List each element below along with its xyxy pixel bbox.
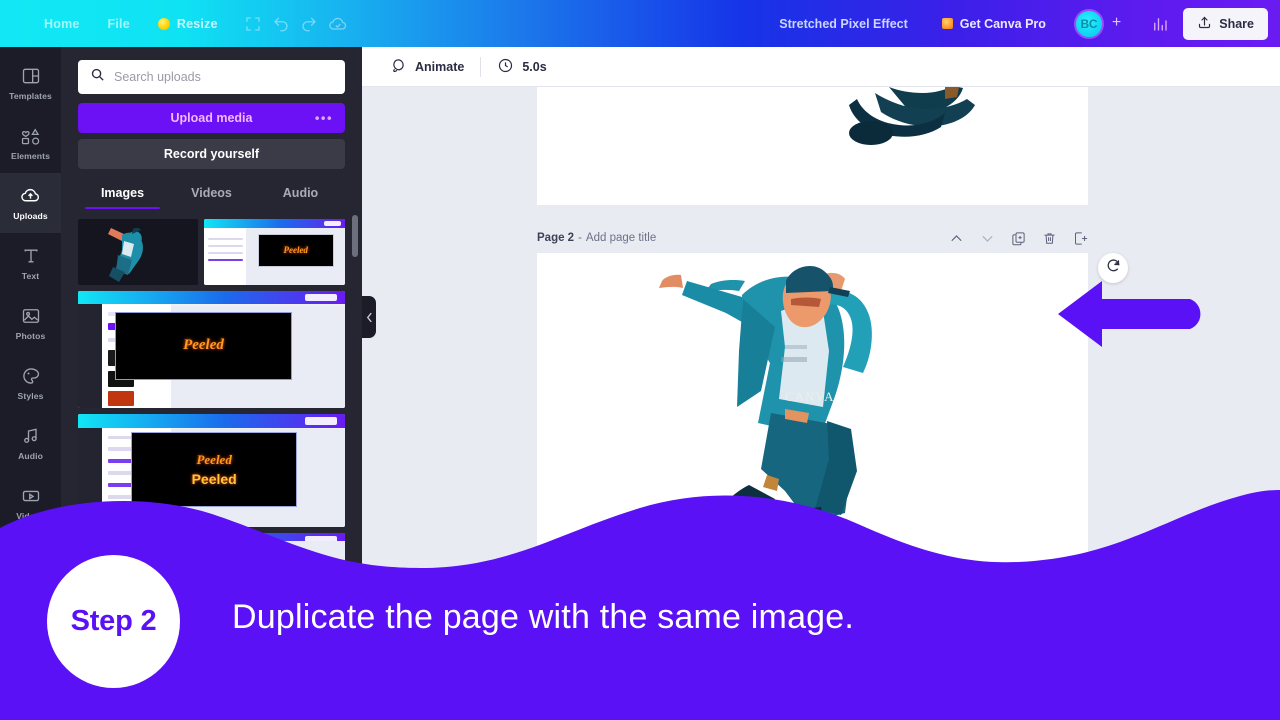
page-2-header: Page 2 - Add page title — [537, 227, 1088, 249]
tab-videos[interactable]: Videos — [167, 186, 256, 209]
tab-images[interactable]: Images — [78, 186, 167, 209]
invite-members-button[interactable]: + — [1104, 14, 1131, 34]
page-title-placeholder[interactable]: Add page title — [586, 232, 656, 244]
menu-item-home[interactable]: Home — [30, 11, 94, 37]
header-action-icons — [232, 14, 348, 34]
upload-media-button[interactable]: Upload media ••• — [78, 103, 345, 133]
uploads-cloud-icon — [20, 185, 41, 206]
header-right: Stretched Pixel Effect Get Canva Pro BC … — [761, 7, 1280, 40]
thumbnail-row: Peeled — [78, 219, 345, 285]
thumb-peeled-script: Peeled — [196, 451, 232, 467]
record-yourself-button[interactable]: Record yourself — [78, 139, 345, 169]
resize-label: Resize — [176, 16, 218, 31]
audio-note-icon — [21, 426, 41, 446]
sidebar-label-photos: Photos — [15, 330, 46, 341]
get-canva-pro-button[interactable]: Get Canva Pro — [926, 11, 1062, 37]
app-header: Home File Resize Stretched Pixel Effect … — [0, 0, 1280, 47]
animate-label: Animate — [415, 59, 465, 74]
templates-icon — [21, 66, 41, 86]
purple-pointer-arrow — [1058, 281, 1201, 347]
sidebar-label-styles: Styles — [17, 390, 44, 401]
crown-pro-dot-icon — [157, 17, 170, 30]
thumb-peeled-bold: Peeled — [191, 470, 237, 487]
thumb-peeled-text: Peeled — [183, 337, 224, 354]
thumb-peeled-text: Peeled — [283, 245, 308, 256]
list-item[interactable] — [78, 219, 199, 285]
list-item[interactable]: Peeled — [204, 219, 345, 285]
avatar[interactable]: BC — [1073, 8, 1104, 39]
ellipsis-icon[interactable]: ••• — [315, 112, 333, 125]
duplicate-page-icon[interactable] — [1011, 231, 1026, 246]
tab-audio[interactable]: Audio — [256, 186, 345, 209]
uploads-tabs: Images Videos Audio — [78, 186, 345, 209]
clock-icon — [497, 57, 514, 77]
sidebar-label-uploads: Uploads — [13, 211, 48, 221]
floating-duplicate-button[interactable] — [1098, 253, 1128, 283]
step-badge: Step 2 — [47, 555, 180, 688]
share-label: Share — [1219, 16, 1254, 31]
move-page-down-icon[interactable] — [980, 231, 995, 246]
sidebar-item-photos[interactable]: Photos — [0, 293, 61, 353]
text-icon — [21, 246, 41, 266]
page-duration-button[interactable]: 5.0s — [485, 52, 558, 82]
photos-icon — [21, 306, 41, 326]
record-yourself-label: Record yourself — [163, 147, 260, 161]
instruction-caption: Duplicate the page with the same image. — [232, 598, 855, 636]
share-button[interactable]: Share — [1183, 7, 1268, 40]
page-1-preview[interactable] — [537, 87, 1088, 205]
menu-item-resize[interactable]: Resize — [144, 11, 232, 37]
sidebar-label-templates: Templates — [9, 90, 52, 101]
sidebar-label-text: Text — [21, 270, 40, 281]
undo-icon[interactable] — [272, 15, 290, 33]
toolbar-divider — [480, 56, 482, 77]
elements-icon — [20, 126, 42, 146]
page-1-dancer-legs — [849, 87, 975, 145]
styles-palette-icon — [21, 366, 41, 386]
document-title[interactable]: Stretched Pixel Effect — [761, 11, 926, 37]
canva-editor-screenshot-thumbnail: Peeled — [78, 291, 345, 408]
sidebar-label-elements: Elements — [10, 150, 50, 161]
cloud-saved-icon — [328, 14, 348, 34]
page-tools — [949, 231, 1088, 246]
sidebar-item-audio[interactable]: Audio — [0, 413, 61, 473]
redo-icon[interactable] — [300, 15, 318, 33]
page-separator: - — [578, 232, 582, 244]
share-upload-icon — [1197, 15, 1212, 33]
thumbnail-row: Peeled — [78, 291, 345, 408]
duplicate-rotate-icon — [1105, 257, 1122, 279]
collapse-panel-handle[interactable] — [362, 296, 376, 338]
move-page-up-icon[interactable] — [949, 231, 964, 246]
step-badge-label: Step 2 — [70, 605, 157, 637]
sidebar-item-text[interactable]: Text — [0, 233, 61, 293]
dancer-cutout-thumbnail — [108, 227, 143, 282]
menu-item-file[interactable]: File — [94, 11, 144, 37]
search-input[interactable] — [114, 70, 333, 84]
header-left-menu: Home File Resize — [0, 11, 348, 37]
page-label: Page 2 — [537, 232, 575, 244]
bar-chart-icon[interactable] — [1137, 15, 1183, 33]
search-icon — [90, 67, 105, 87]
sidebar-label-audio: Audio — [18, 450, 43, 461]
chevron-left-icon — [366, 312, 372, 322]
list-item[interactable]: Peeled — [78, 291, 345, 408]
uploads-panel-scrollbar[interactable] — [352, 215, 358, 257]
animate-button[interactable]: Animate — [378, 52, 476, 82]
sidebar-item-uploads[interactable]: Uploads — [0, 173, 61, 233]
sidebar-item-styles[interactable]: Styles — [0, 353, 61, 413]
get-canva-pro-label: Get Canva Pro — [959, 16, 1046, 31]
sidebar-item-elements[interactable]: Elements — [0, 113, 61, 173]
upload-media-label: Upload media — [170, 111, 253, 125]
add-page-icon[interactable] — [1073, 231, 1088, 246]
search-uploads-box[interactable] — [78, 60, 345, 94]
magic-resize-icon[interactable] — [244, 15, 262, 33]
canvas-watermark: CANVA — [784, 389, 835, 405]
page-duration-label: 5.0s — [522, 59, 547, 74]
animate-icon — [390, 57, 407, 77]
sidebar-item-templates[interactable]: Templates — [0, 53, 61, 113]
crown-icon — [941, 18, 953, 29]
account-avatar-group: BC + — [1062, 8, 1137, 39]
canva-screenshot-peeled-thumbnail: Peeled — [204, 219, 345, 285]
canvas-toolbar: Animate 5.0s — [362, 47, 1280, 87]
delete-page-icon[interactable] — [1042, 231, 1057, 246]
